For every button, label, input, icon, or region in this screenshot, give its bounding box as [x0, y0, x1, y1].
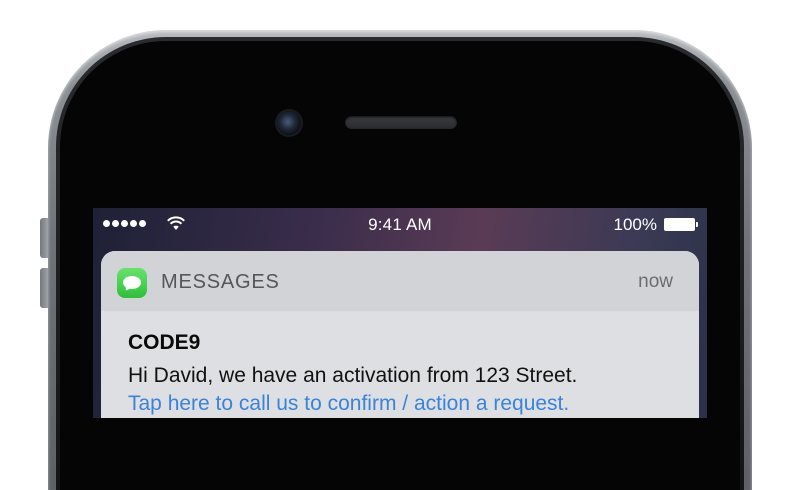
notification-message: Hi David, we have an activation from 123…: [128, 364, 578, 387]
earpiece-speaker: [345, 116, 457, 129]
status-bar: 9:41 AM 100%: [93, 208, 707, 240]
battery-icon: [664, 218, 698, 231]
notification-time: now: [638, 271, 673, 292]
battery-percentage: 100%: [613, 215, 657, 234]
message-notification[interactable]: MESSAGES now CODE9 Hi David, we have an …: [101, 251, 699, 418]
notification-sender: CODE9: [128, 331, 201, 354]
notification-action-link[interactable]: Tap here to call us to confirm / action …: [128, 392, 569, 416]
notification-app-name: MESSAGES: [161, 271, 280, 293]
messages-app-icon: [117, 268, 147, 298]
lock-screen: 9:41 AM 100% MESSAGES now CODE9 Hi David…: [93, 208, 707, 418]
front-camera: [277, 111, 301, 135]
notification-body: CODE9 Hi David, we have an activation fr…: [101, 311, 699, 418]
notification-header: MESSAGES now: [101, 251, 699, 311]
